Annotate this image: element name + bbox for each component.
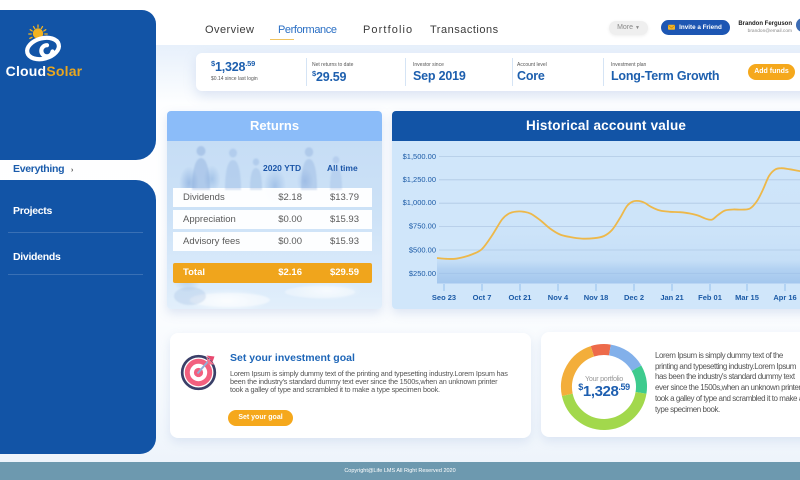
svg-text:Oct 7: Oct 7 [473,293,492,302]
svg-text:$750.00: $750.00 [409,222,436,231]
svg-text:Dec 2: Dec 2 [624,293,644,302]
svg-text:$500.00: $500.00 [409,246,436,255]
svg-text:Seo 23: Seo 23 [432,293,456,302]
svg-text:$1,000.00: $1,000.00 [403,198,436,207]
svg-text:Mar 15: Mar 15 [735,293,759,302]
svg-text:$250.00: $250.00 [409,269,436,278]
svg-text:Nov 18: Nov 18 [584,293,609,302]
svg-text:Nov 4: Nov 4 [548,293,569,302]
svg-text:Jan 21: Jan 21 [660,293,683,302]
svg-text:Apr 16: Apr 16 [773,293,796,302]
svg-text:Oct 21: Oct 21 [509,293,532,302]
svg-text:$1,250.00: $1,250.00 [403,175,436,184]
svg-text:Feb 01: Feb 01 [698,293,722,302]
svg-text:$1,500.00: $1,500.00 [403,152,436,161]
